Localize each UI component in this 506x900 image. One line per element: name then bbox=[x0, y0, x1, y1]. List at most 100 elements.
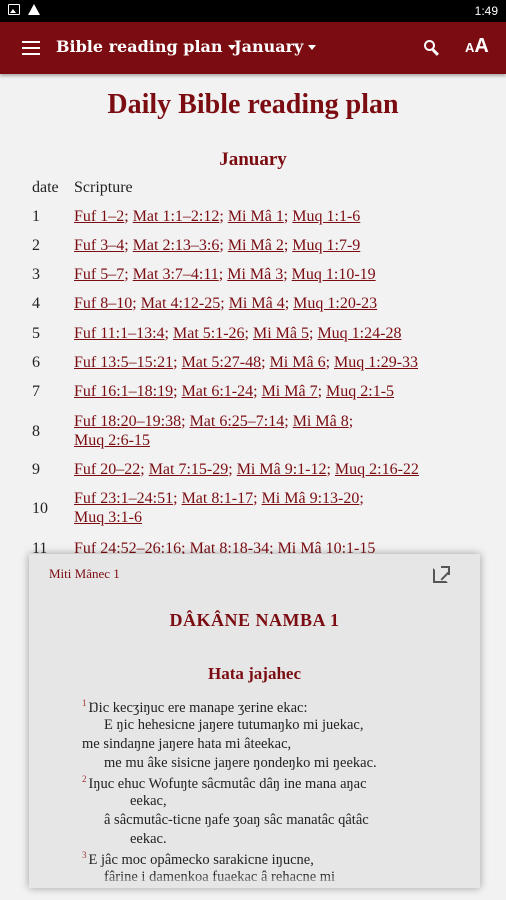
search-icon[interactable] bbox=[424, 40, 440, 56]
separator: ; bbox=[359, 490, 364, 507]
separator: ; bbox=[220, 295, 229, 312]
menu-icon[interactable] bbox=[22, 41, 40, 55]
scripture-link[interactable]: Muq 1:24-28 bbox=[317, 325, 401, 342]
separator: ; bbox=[253, 383, 262, 400]
refs-line: Fuf 23:1–24:51; Mat 8:1-17; Mi Mâ 9:13-2… bbox=[74, 489, 484, 508]
separator: ; bbox=[132, 295, 141, 312]
verse-text: eekac. bbox=[130, 831, 167, 847]
refs-line: Fuf 18:20–19:38; Mat 6:25–7:14; Mi Mâ 8; bbox=[74, 412, 484, 431]
day-number: 10 bbox=[32, 500, 48, 517]
scripture-link[interactable]: Mat 6:1-24 bbox=[182, 383, 254, 400]
scripture-refs: Fuf 5–7; Mat 3:7–4:11; Mi Mâ 3; Muq 1:10… bbox=[74, 265, 484, 284]
scripture-link[interactable]: Muq 1:20-23 bbox=[293, 295, 377, 312]
separator: ; bbox=[261, 354, 270, 371]
scripture-link[interactable]: Fuf 16:1–18:19 bbox=[74, 383, 173, 400]
month-dropdown[interactable]: January bbox=[234, 37, 317, 56]
scripture-link[interactable]: Mi Mâ 1 bbox=[228, 208, 284, 225]
scripture-link[interactable]: Mi Mâ 9:1-12 bbox=[237, 461, 327, 478]
scripture-link[interactable]: Mat 2:13–3:6 bbox=[133, 237, 220, 254]
day-number: 1 bbox=[32, 208, 40, 225]
scripture-link[interactable]: Fuf 23:1–24:51 bbox=[74, 490, 173, 507]
scripture-link[interactable]: Fuf 8–10 bbox=[74, 295, 132, 312]
scripture-link[interactable]: Mat 1:1–2:12 bbox=[133, 208, 220, 225]
warning-notification-icon bbox=[28, 4, 40, 15]
scripture-link[interactable]: Muq 1:7-9 bbox=[292, 237, 360, 254]
scripture-link[interactable]: Fuf 18:20–19:38 bbox=[74, 413, 181, 430]
verse-line: 1 Ŋic kecʒiŋuc ere manape ʒerine ekac: bbox=[82, 698, 308, 717]
refs-line: Muq 2:6-15 bbox=[74, 431, 484, 450]
verse-text: me sindaŋne jaŋere hata mi âteekac, bbox=[82, 736, 292, 752]
verse-line: E ŋic hehesicne jaŋere tutumaŋko mi juek… bbox=[104, 717, 363, 734]
separator: ; bbox=[124, 208, 133, 225]
scripture-link[interactable]: Mat 5:1-26 bbox=[173, 325, 245, 342]
text-size-icon[interactable]: AA bbox=[465, 35, 489, 58]
scripture-link[interactable]: Mat 3:7–4:11 bbox=[133, 266, 219, 283]
separator: ; bbox=[218, 266, 228, 283]
refs-line: Muq 3:1-6 bbox=[74, 508, 484, 527]
scripture-link[interactable]: Fuf 3–4 bbox=[74, 237, 124, 254]
plan-dropdown[interactable]: Bible reading plan bbox=[56, 37, 236, 56]
scripture-link[interactable]: Muq 3:1-6 bbox=[74, 509, 142, 526]
date-column-header: date bbox=[32, 179, 59, 196]
scripture-link[interactable]: Mi Mâ 3 bbox=[227, 266, 283, 283]
scripture-link[interactable]: Mi Mâ 4 bbox=[229, 295, 285, 312]
day-number: 7 bbox=[32, 383, 40, 400]
separator: ; bbox=[219, 208, 228, 225]
separator: ; bbox=[326, 461, 335, 478]
verse-line: â sâcmutâc-ticne ŋafe ʒoaŋ sâc manatâc q… bbox=[104, 812, 369, 829]
open-external-icon[interactable] bbox=[433, 566, 450, 583]
scripture-refs: Fuf 20–22; Mat 7:15-29; Mi Mâ 9:1-12; Mu… bbox=[74, 460, 484, 479]
status-time: 1:49 bbox=[474, 4, 498, 18]
separator: ; bbox=[283, 237, 293, 254]
month-heading: January bbox=[219, 149, 287, 170]
separator: ; bbox=[253, 490, 262, 507]
scripture-refs: Fuf 23:1–24:51; Mat 8:1-17; Mi Mâ 9:13-2… bbox=[74, 489, 484, 527]
scripture-refs: Fuf 8–10; Mat 4:12-25; Mi Mâ 4; Muq 1:20… bbox=[74, 294, 484, 313]
day-number: 3 bbox=[32, 266, 40, 283]
popup-fade bbox=[29, 874, 480, 888]
scripture-link[interactable]: Mat 7:15-29 bbox=[149, 461, 229, 478]
separator: ; bbox=[219, 237, 228, 254]
scripture-link[interactable]: Fuf 20–22 bbox=[74, 461, 140, 478]
scripture-refs: Fuf 3–4; Mat 2:13–3:6; Mi Mâ 2; Muq 1:7-… bbox=[74, 236, 484, 255]
scripture-link[interactable]: Mat 6:25–7:14 bbox=[190, 413, 285, 430]
separator: ; bbox=[181, 413, 190, 430]
scripture-link[interactable]: Mat 4:12-25 bbox=[141, 295, 221, 312]
refs-line: Fuf 16:1–18:19; Mat 6:1-24; Mi Mâ 7; Muq… bbox=[74, 382, 484, 401]
scripture-refs: Fuf 1–2; Mat 1:1–2:12; Mi Mâ 1; Muq 1:1-… bbox=[74, 207, 484, 226]
scripture-link[interactable]: Muq 1:1-6 bbox=[292, 208, 360, 225]
scripture-refs: Fuf 18:20–19:38; Mat 6:25–7:14; Mi Mâ 8;… bbox=[74, 412, 484, 450]
chapter-heading: DÂKÂNE NAMBA 1 bbox=[169, 610, 340, 630]
separator: ; bbox=[140, 461, 149, 478]
scripture-link[interactable]: Muq 1:29-33 bbox=[334, 354, 418, 371]
separator: ; bbox=[124, 266, 133, 283]
verse-text: eekac, bbox=[130, 793, 167, 809]
day-number: 9 bbox=[32, 461, 40, 478]
scripture-link[interactable]: Mi Mâ 7 bbox=[262, 383, 318, 400]
separator: ; bbox=[325, 354, 335, 371]
scripture-link[interactable]: Muq 2:6-15 bbox=[74, 432, 150, 449]
scripture-link[interactable]: Mat 8:1-17 bbox=[182, 490, 254, 507]
image-notification-icon bbox=[8, 4, 20, 15]
scripture-link[interactable]: Fuf 13:5–15:21 bbox=[74, 354, 173, 371]
verse-number: 1 bbox=[82, 698, 87, 708]
scripture-link[interactable]: Fuf 5–7 bbox=[74, 266, 124, 283]
scripture-link[interactable]: Muq 1:10-19 bbox=[292, 266, 376, 283]
scripture-link[interactable]: Fuf 11:1–13:4 bbox=[74, 325, 165, 342]
scripture-link[interactable]: Mi Mâ 2 bbox=[228, 237, 284, 254]
separator: ; bbox=[348, 413, 354, 430]
separator: ; bbox=[173, 354, 182, 371]
day-number: 6 bbox=[32, 354, 40, 371]
scripture-link[interactable]: Mat 5:27-48 bbox=[182, 354, 262, 371]
scripture-link[interactable]: Mi Mâ 8 bbox=[293, 413, 349, 430]
caret-down-icon bbox=[308, 45, 317, 50]
scripture-link[interactable]: Fuf 1–2 bbox=[74, 208, 124, 225]
verse-text: E jâc moc opâmecko sarakicne iŋucne, bbox=[88, 851, 314, 868]
status-bar: 1:49 bbox=[0, 0, 506, 22]
scripture-link[interactable]: Mi Mâ 9:13-20 bbox=[262, 490, 360, 507]
verse-text: Iŋuc ehuc Wofuŋte sâcmutâc dâŋ ine mana … bbox=[88, 775, 367, 792]
scripture-link[interactable]: Muq 2:1-5 bbox=[326, 383, 394, 400]
scripture-link[interactable]: Mi Mâ 5 bbox=[253, 325, 309, 342]
scripture-link[interactable]: Mi Mâ 6 bbox=[270, 354, 326, 371]
scripture-link[interactable]: Muq 2:16-22 bbox=[335, 461, 419, 478]
